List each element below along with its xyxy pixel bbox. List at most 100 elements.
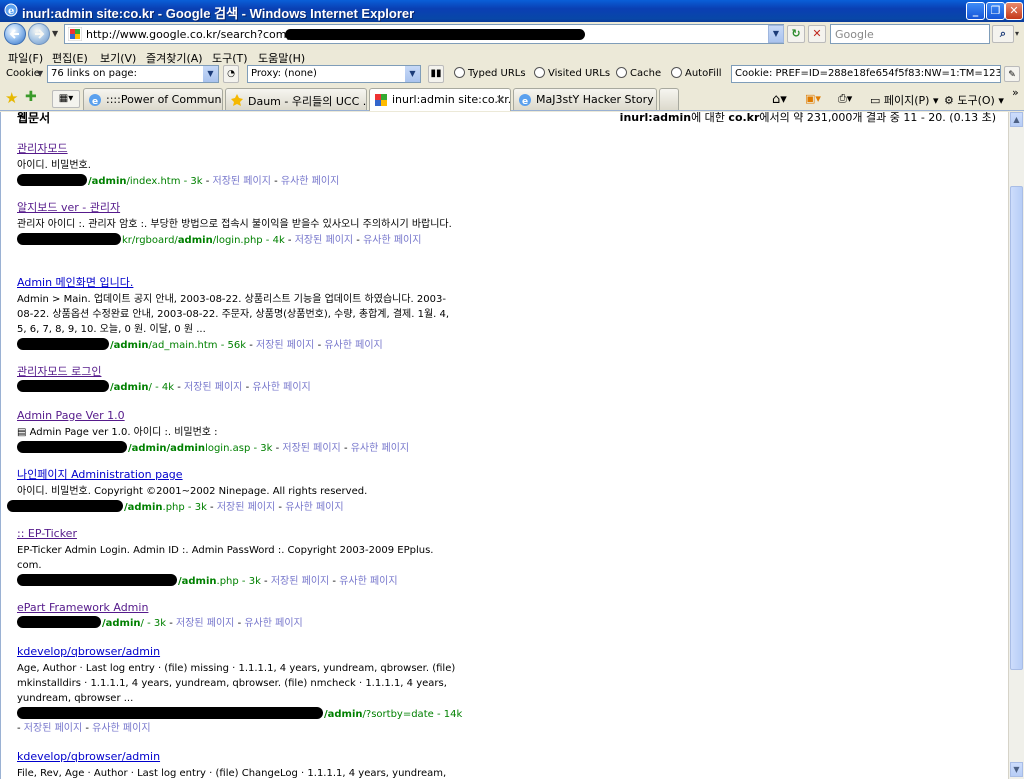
more-tools-icon[interactable]: » [1012,86,1019,99]
tab-daum[interactable]: Daum - 우리들의 UCC ... [225,88,367,110]
result-title-link[interactable]: ePart Framework Admin [17,601,457,615]
result-title-link[interactable]: kdevelop/qbrowser/admin [17,645,457,659]
redaction-mark [7,500,123,512]
similar-link[interactable]: 유사한 페이지 [324,340,382,351]
maximize-button[interactable]: ❐ [986,2,1005,20]
cached-link[interactable]: 저장된 페이지 [176,618,234,629]
search-result: Admin Page Ver 1.0 ▤ Admin Page ver 1.0.… [17,409,457,455]
cached-link[interactable]: 저장된 페이지 [217,502,275,513]
back-button[interactable] [4,23,26,45]
address-field[interactable]: http://www.google.co.kr/search?complete= [64,24,784,44]
search-result: ePart Framework Admin /admin/ - 3k - 저장된… [17,601,457,630]
similar-link[interactable]: 유사한 페이지 [244,618,302,629]
similar-link[interactable]: 유사한 페이지 [363,235,421,246]
autofill-button[interactable]: AutoFill [671,67,722,79]
ie-icon: e [4,3,18,17]
cookie-field[interactable]: Cookie: PREF=ID=288e18fe654f5f83:NW=1:TM… [731,65,1001,83]
result-snippet: 아이디. 비밀번호. Copyright ©2001~2002 Ninepage… [17,486,368,497]
pause-icon[interactable]: ▮▮ [428,65,444,83]
vertical-scrollbar[interactable]: ▲ ▼ [1008,112,1024,779]
stop-icon[interactable]: ✕ [808,25,826,43]
scroll-thumb[interactable] [1010,186,1023,670]
links-combo-value: 76 links on page: [51,68,137,79]
home-icon[interactable]: ⌂▾ [772,92,787,107]
result-title-link[interactable]: 관리자모드 로그인 [17,365,457,379]
tab-power-of-community[interactable]: e ::::Power of Community... [83,88,223,110]
summary-text: 에 대한 [691,112,729,124]
svg-text:e: e [92,97,98,107]
result-title-link[interactable]: kdevelop/qbrowser/admin [17,750,457,764]
cached-link[interactable]: 저장된 페이지 [282,443,340,454]
cookie-menu[interactable]: Cookie [6,68,40,79]
favorites-star-icon[interactable]: ★ [5,89,18,107]
cached-link[interactable]: 저장된 페이지 [295,235,353,246]
refresh-links-icon[interactable]: ◔ [223,65,239,83]
page-menu[interactable]: ▭ 페이지(P) ▾ [870,92,939,108]
search-icon[interactable]: ⌕ [992,25,1014,43]
search-result: :: EP-Ticker EP-Ticker Admin Login. Admi… [17,527,457,588]
result-title-link[interactable]: 관리자모드 [17,142,457,156]
tab-bar: ★ ✚ ▦▾ e ::::Power of Community... Daum … [0,86,1024,111]
clock-icon [616,67,627,78]
cached-link[interactable]: 저장된 페이지 [213,176,271,187]
url-rest: /login.php - 4k [212,235,285,246]
url-rest: /?sortby=date - 14k [362,709,463,720]
close-button[interactable]: ✕ [1005,2,1023,20]
title-bar[interactable]: e inurl:admin site:co.kr - Google 검색 - W… [0,0,1024,22]
url-rest: .php - 3k [216,576,261,587]
refresh-icon[interactable]: ↻ [787,25,805,43]
tools-menu[interactable]: ⚙ 도구(O) ▾ [944,92,1004,108]
tab-label: MaJ3stY Hacker Story ::... [536,93,656,106]
result-title-link[interactable]: Admin 메인화면 입니다. [17,276,457,290]
similar-link[interactable]: 유사한 페이지 [285,502,343,513]
tab-google-search[interactable]: inurl:admin site:co.kr... ✕ [369,88,511,111]
links-combo[interactable]: 76 links on page: ▼ [47,65,219,83]
cache-button[interactable]: Cache [616,67,661,79]
result-title-link[interactable]: 나인페이지 Administration page [17,468,457,482]
scroll-up-icon[interactable]: ▲ [1010,112,1023,127]
page-menu-label: 페이지(P) ▾ [883,94,939,107]
similar-link[interactable]: 유사한 페이지 [252,382,310,393]
typed-urls-label: Typed URLs [468,68,526,79]
print-icon[interactable]: ⎙▾ [838,92,852,106]
add-favorite-icon[interactable]: ✚ [25,89,37,105]
search-options-icon[interactable]: ▾ [1015,29,1019,38]
redaction-mark [17,616,101,628]
cached-link[interactable]: 저장된 페이지 [271,576,329,587]
result-title-link[interactable]: :: EP-Ticker [17,527,457,541]
similar-link[interactable]: 유사한 페이지 [281,176,339,187]
result-title-link[interactable]: Admin Page Ver 1.0 [17,409,457,423]
typed-urls-button[interactable]: Typed URLs [454,67,526,79]
url-rest: / - 3k [140,618,167,629]
cached-link[interactable]: 저장된 페이지 [256,340,314,351]
result-title-link[interactable]: 알지보드 ver - 관리자 [17,201,457,215]
result-url: /admin/index.htm - 3k - 저장된 페이지 - 유사한 페이… [17,174,457,188]
feeds-icon[interactable]: ▣▾ [805,92,821,105]
scroll-down-icon[interactable]: ▼ [1010,762,1023,777]
visited-urls-button[interactable]: Visited URLs [534,67,610,79]
cached-link[interactable]: 저장된 페이지 [24,723,82,734]
tab-maj3sty[interactable]: e MaJ3stY Hacker Story ::... [513,88,657,110]
result-url: /admin/adminlogin.asp - 3k - 저장된 페이지 - 유… [17,441,457,455]
autofill-label: AutoFill [685,68,722,79]
result-snippet: EP-Ticker Admin Login. Admin ID :. Admin… [17,545,434,571]
minimize-button[interactable]: _ [966,2,985,20]
forward-arrow-icon [35,29,45,39]
quick-tabs-icon[interactable]: ▦▾ [52,90,80,108]
forward-button[interactable] [28,23,50,45]
result-snippet: File, Rev, Age · Author · Last log entry… [17,768,447,779]
new-tab-button[interactable] [659,88,679,110]
address-dropdown-button[interactable]: ▼ [768,25,784,43]
proxy-combo[interactable]: Proxy: (none) ▼ [247,65,421,83]
close-tab-icon[interactable]: ✕ [496,93,505,106]
search-input[interactable]: Google [830,24,990,44]
similar-link[interactable]: 유사한 페이지 [92,723,150,734]
gear-icon: ⚙ [944,94,958,107]
cached-link[interactable]: 저장된 페이지 [184,382,242,393]
similar-link[interactable]: 유사한 페이지 [351,443,409,454]
edit-cookie-icon[interactable]: ✎ [1004,66,1020,82]
history-dropdown-icon[interactable]: ▼ [52,29,58,38]
similar-link[interactable]: 유사한 페이지 [339,576,397,587]
redaction-mark [17,338,109,350]
cookie-dropdown-icon[interactable]: ▼ [37,69,43,78]
